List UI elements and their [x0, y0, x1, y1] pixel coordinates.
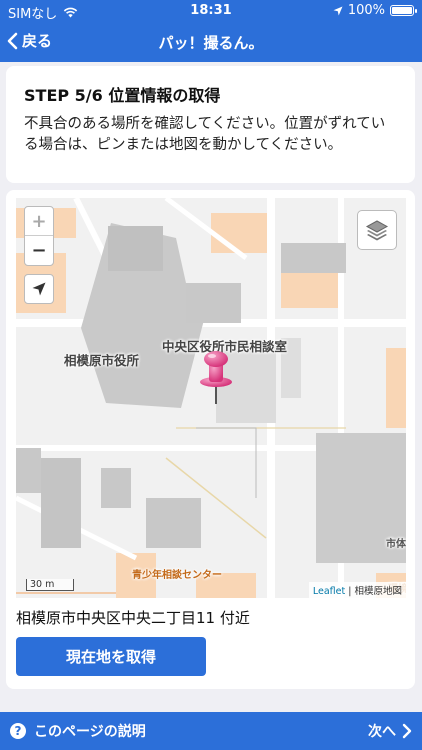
locate-button[interactable] [24, 274, 54, 304]
battery-fill [392, 7, 412, 14]
scale-bar: 30 m [26, 579, 74, 591]
page-help-button[interactable]: ? このページの説明 [10, 721, 146, 741]
get-current-location-button[interactable]: 現在地を取得 [16, 637, 206, 676]
chevron-left-icon [7, 32, 18, 49]
map-label-partial-right: 市体 [386, 539, 406, 550]
zoom-out-button[interactable]: − [25, 236, 53, 265]
attribution-source: 相模原地図 [354, 586, 402, 597]
page-title: パッ！撮るん。 [158, 34, 264, 52]
status-right: 100% [333, 3, 417, 18]
step-card: STEP 5/6 位置情報の取得 不具合のある場所を確認してください。位置がずれ… [6, 66, 415, 183]
step-title: STEP 5/6 位置情報の取得 [24, 86, 221, 105]
back-button[interactable]: 戻る [6, 30, 52, 51]
bottom-bar: ? このページの説明 次へ [0, 712, 422, 750]
map-attribution: Leaflet | 相模原地図 [308, 582, 406, 598]
layers-button[interactable] [357, 210, 397, 250]
chevron-right-icon [402, 723, 412, 739]
location-arrow-icon [32, 282, 46, 296]
address-text: 相模原市中央区中央二丁目11 付近 [16, 609, 250, 627]
leaflet-link[interactable]: Leaflet [313, 586, 345, 597]
map-label-city-hall: 相模原市役所 [64, 353, 140, 368]
help-icon: ? [10, 723, 26, 739]
next-button[interactable]: 次へ [368, 721, 412, 741]
help-label: このページの説明 [34, 724, 146, 740]
nav-bar: 戻る パッ！撮るん。 [0, 22, 422, 62]
back-label: 戻る [22, 32, 53, 50]
layers-icon [365, 220, 389, 241]
zoom-in-button[interactable]: + [25, 207, 53, 236]
zoom-control: + − [24, 206, 54, 266]
location-arrow-icon [333, 6, 343, 15]
status-bar: SIMなし 18:31 100% [0, 0, 422, 22]
map-card: 相模原市役所 中央区役所市民相談室 青少年相談センター 市体 環境 + − [6, 190, 415, 689]
battery-icon [390, 5, 417, 16]
next-label: 次へ [368, 724, 396, 740]
step-description: 不具合のある場所を確認してください。位置がずれている場合は、ピンまたは地図を動か… [24, 116, 386, 153]
map-label-youth-center: 青少年相談センター [132, 570, 222, 581]
battery-percent: 100% [347, 3, 385, 18]
location-pin-icon[interactable] [196, 348, 236, 406]
map-view[interactable]: 相模原市役所 中央区役所市民相談室 青少年相談センター 市体 環境 + − [16, 198, 406, 598]
